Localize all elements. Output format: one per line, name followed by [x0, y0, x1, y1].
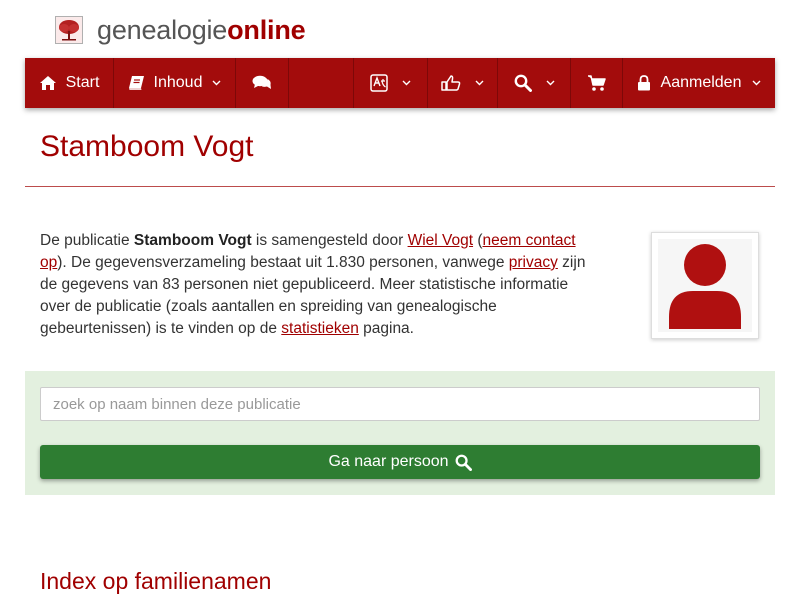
intro-text: De publicatie: [40, 232, 134, 249]
nav-cart[interactable]: [571, 58, 623, 108]
publication-name: Stamboom Vogt: [133, 232, 252, 249]
tree-icon: [55, 16, 83, 44]
main-navbar: Start Inhoud Aanmelden: [25, 58, 775, 108]
home-icon: [39, 76, 56, 90]
search-icon: [514, 74, 532, 92]
lock-icon: [637, 75, 650, 91]
chevron-down-icon: [212, 80, 221, 86]
author-link[interactable]: Wiel Vogt: [408, 232, 473, 249]
nav-share[interactable]: [428, 58, 498, 108]
chevron-down-icon: [475, 80, 484, 86]
site-name: genealogieonline: [97, 14, 306, 45]
intro-text: is samengesteld door: [251, 232, 408, 249]
comments-icon: [252, 75, 271, 89]
statistics-link[interactable]: statistieken: [281, 320, 359, 337]
intro-text: ). De gegevensverzameling bestaat uit 1.…: [57, 254, 509, 271]
chevron-down-icon: [546, 80, 554, 86]
book-icon: [128, 76, 144, 90]
privacy-link[interactable]: privacy: [509, 254, 558, 271]
chevron-down-icon: [402, 80, 411, 86]
site-name-part1: genealogie: [97, 14, 228, 45]
go-to-person-button[interactable]: Ga naar persoon: [40, 445, 760, 479]
search-input[interactable]: [40, 387, 760, 421]
nav-start-label: Start: [65, 74, 100, 91]
surname-index-heading: Index op familienamen: [40, 568, 272, 594]
thumbs-up-icon: [441, 75, 461, 91]
nav-inhoud[interactable]: Inhoud: [114, 58, 236, 108]
go-to-person-label: Ga naar persoon: [328, 453, 449, 470]
chevron-down-icon: [752, 80, 761, 86]
title-divider: [25, 186, 775, 187]
nav-search[interactable]: [498, 58, 571, 108]
site-name-part2: online: [227, 14, 306, 45]
intro-text: pagina.: [358, 320, 414, 337]
avatar-frame: [658, 239, 752, 332]
translate-icon: [370, 74, 388, 92]
nav-login-label: Aanmelden: [660, 74, 742, 91]
page-title: Stamboom Vogt: [40, 130, 254, 163]
nav-spacer: [289, 58, 354, 108]
nav-chat[interactable]: [236, 58, 289, 108]
nav-start[interactable]: Start: [25, 58, 114, 108]
nav-login[interactable]: Aanmelden: [623, 58, 775, 108]
search-icon: [455, 454, 472, 471]
site-logo[interactable]: genealogieonline: [55, 14, 306, 46]
author-avatar[interactable]: [651, 232, 759, 339]
publication-intro: De publicatie Stamboom Vogt is samengest…: [40, 230, 600, 340]
intro-text: (: [473, 232, 483, 249]
shopping-cart-icon: [587, 75, 606, 91]
person-search-panel: Ga naar persoon: [25, 371, 775, 495]
user-icon: [669, 243, 741, 329]
nav-language[interactable]: [354, 58, 428, 108]
nav-inhoud-label: Inhoud: [153, 74, 203, 91]
